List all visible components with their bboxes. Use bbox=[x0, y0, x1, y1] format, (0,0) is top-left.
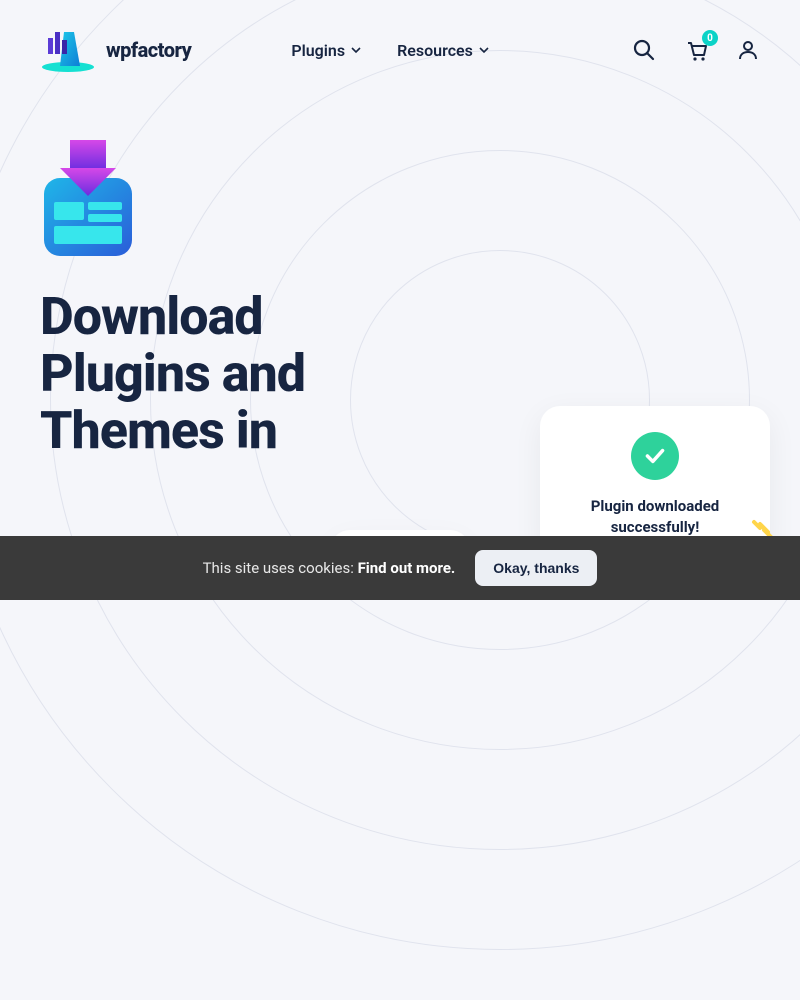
chevron-down-icon bbox=[479, 45, 489, 55]
nav-label: Plugins bbox=[291, 41, 345, 60]
cart-badge: 0 bbox=[702, 30, 718, 46]
cookie-bar: This site uses cookies: Find out more. O… bbox=[0, 536, 800, 600]
cookie-prefix: This site uses cookies: bbox=[203, 559, 358, 577]
card-line2: successfully! bbox=[611, 518, 700, 536]
logo[interactable]: wpfactory bbox=[40, 28, 191, 72]
cart-button[interactable]: 0 bbox=[684, 38, 708, 62]
hero-download-icon bbox=[40, 140, 136, 260]
card-line1: Plugin downloaded bbox=[591, 497, 720, 515]
cookie-accept-button[interactable]: Okay, thanks bbox=[475, 550, 597, 586]
check-circle-icon bbox=[631, 432, 679, 480]
hero-title: Download Plugins and Themes in bbox=[40, 288, 340, 460]
account-button[interactable] bbox=[736, 38, 760, 62]
nav-links: Plugins Resources bbox=[291, 41, 489, 60]
navbar: wpfactory Plugins Resources 0 bbox=[0, 0, 800, 100]
success-card-text: Plugin downloaded successfully! bbox=[562, 496, 748, 538]
nav-label: Resources bbox=[397, 41, 473, 60]
cookie-text: This site uses cookies: Find out more. bbox=[203, 559, 456, 577]
user-icon bbox=[736, 38, 760, 62]
nav-item-resources[interactable]: Resources bbox=[397, 41, 489, 60]
search-button[interactable] bbox=[632, 38, 656, 62]
chevron-down-icon bbox=[351, 45, 361, 55]
nav-item-plugins[interactable]: Plugins bbox=[291, 41, 361, 60]
logo-icon bbox=[40, 28, 96, 72]
search-icon bbox=[632, 38, 656, 62]
nav-icons: 0 bbox=[632, 38, 760, 62]
logo-text: wpfactory bbox=[106, 38, 191, 62]
cookie-link[interactable]: Find out more. bbox=[358, 559, 456, 577]
